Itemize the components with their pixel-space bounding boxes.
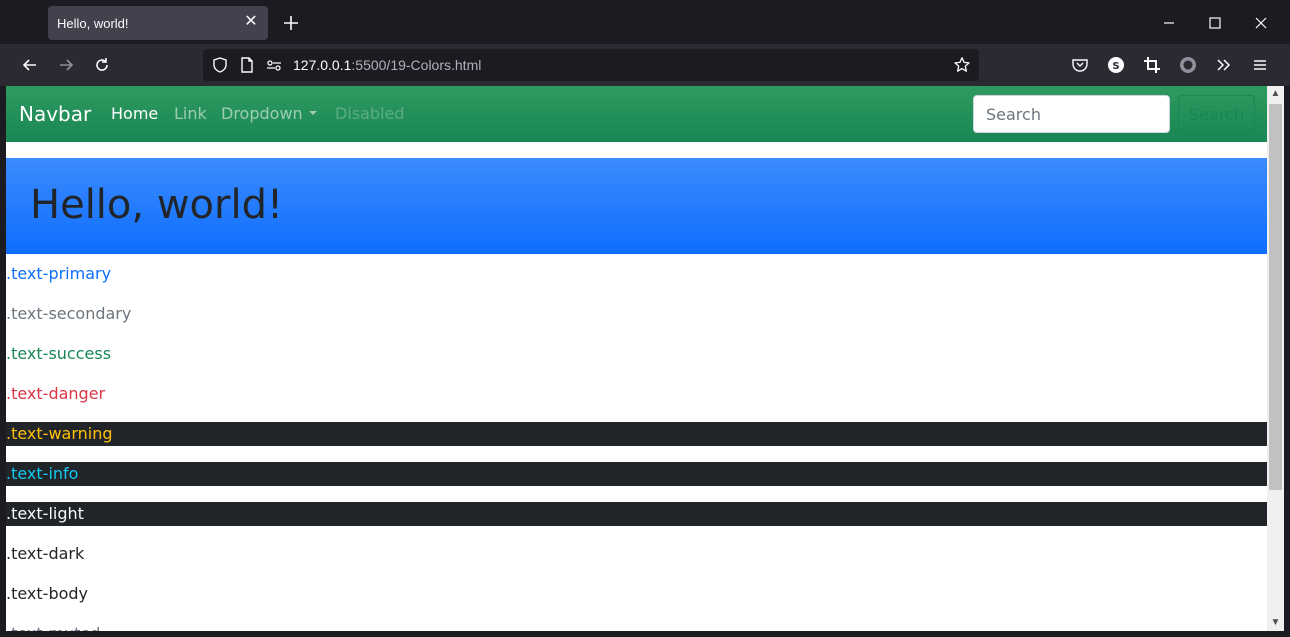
- nav-dropdown-label: Dropdown: [221, 104, 303, 123]
- scroll-up-icon[interactable]: ▲: [1267, 86, 1284, 102]
- star-icon[interactable]: [953, 56, 971, 79]
- text-color-row: .text-body: [6, 584, 89, 603]
- hero-heading: Hello, world!: [30, 182, 283, 228]
- pocket-icon[interactable]: [1068, 53, 1092, 77]
- page-viewport: Navbar Home Link Dropdown Disabled Searc…: [6, 86, 1267, 631]
- navbar-brand[interactable]: Navbar: [19, 102, 91, 126]
- maximize-icon[interactable]: [1204, 12, 1226, 34]
- s-extension-icon[interactable]: S: [1104, 53, 1128, 77]
- tab-strip: Hello, world! ✕: [0, 0, 1290, 44]
- scroll-down-icon[interactable]: ▼: [1267, 615, 1284, 631]
- url-text[interactable]: 127.0.0.1:5500/19-Colors.html: [293, 57, 481, 73]
- navigation-toolbar: 127.0.0.1:5500/19-Colors.html S: [0, 44, 1290, 86]
- minimize-icon[interactable]: [1158, 12, 1180, 34]
- forward-arrow-icon[interactable]: [54, 53, 78, 77]
- svg-text:S: S: [1112, 61, 1119, 72]
- close-window-icon[interactable]: [1250, 12, 1272, 34]
- new-tab-icon[interactable]: [280, 12, 302, 34]
- nav-link-disabled: Disabled: [335, 104, 405, 123]
- text-color-row: .text-secondary: [6, 304, 132, 323]
- record-icon[interactable]: [1176, 53, 1200, 77]
- text-color-row: .text-primary: [6, 264, 112, 283]
- tab-title: Hello, world!: [57, 16, 129, 31]
- shield-icon[interactable]: [211, 56, 229, 79]
- text-color-row: .text-muted: [6, 622, 1267, 631]
- back-arrow-icon[interactable]: [18, 53, 42, 77]
- text-color-row: .text-dark: [6, 544, 85, 563]
- caret-down-icon: [308, 111, 317, 115]
- vertical-scrollbar[interactable]: ▲ ▼: [1267, 86, 1284, 631]
- text-color-row: .text-success: [6, 344, 112, 363]
- site-navbar: Navbar Home Link Dropdown Disabled Searc…: [6, 86, 1267, 142]
- reload-icon[interactable]: [90, 53, 114, 77]
- hamburger-menu-icon[interactable]: [1248, 53, 1272, 77]
- search-input[interactable]: [973, 95, 1170, 133]
- nav-link-home[interactable]: Home: [111, 104, 158, 123]
- text-color-row: .text-info: [6, 462, 1267, 486]
- tab-active[interactable]: Hello, world! ✕: [48, 6, 268, 40]
- nav-dropdown[interactable]: Dropdown: [221, 104, 317, 123]
- chevrons-right-icon[interactable]: [1212, 53, 1236, 77]
- text-color-row: .text-danger: [6, 384, 106, 403]
- text-color-row: .text-light: [6, 502, 1267, 526]
- scrollbar-thumb[interactable]: [1269, 104, 1282, 490]
- text-color-row: .text-warning: [6, 422, 1267, 446]
- url-path: :5500/19-Colors.html: [351, 57, 482, 73]
- address-bar[interactable]: 127.0.0.1:5500/19-Colors.html: [203, 49, 979, 81]
- crop-icon[interactable]: [1140, 53, 1164, 77]
- search-button[interactable]: Search: [1178, 95, 1255, 133]
- tab-close-icon[interactable]: ✕: [242, 13, 260, 31]
- page-icon[interactable]: [238, 56, 256, 79]
- permissions-icon[interactable]: [265, 56, 283, 79]
- nav-link-link[interactable]: Link: [174, 104, 207, 123]
- url-host: 127.0.0.1: [293, 57, 352, 73]
- hero-banner: Hello, world!: [6, 158, 1267, 254]
- browser-window: Hello, world! ✕ 127.0.0.1:5500/19-Colors…: [0, 0, 1290, 637]
